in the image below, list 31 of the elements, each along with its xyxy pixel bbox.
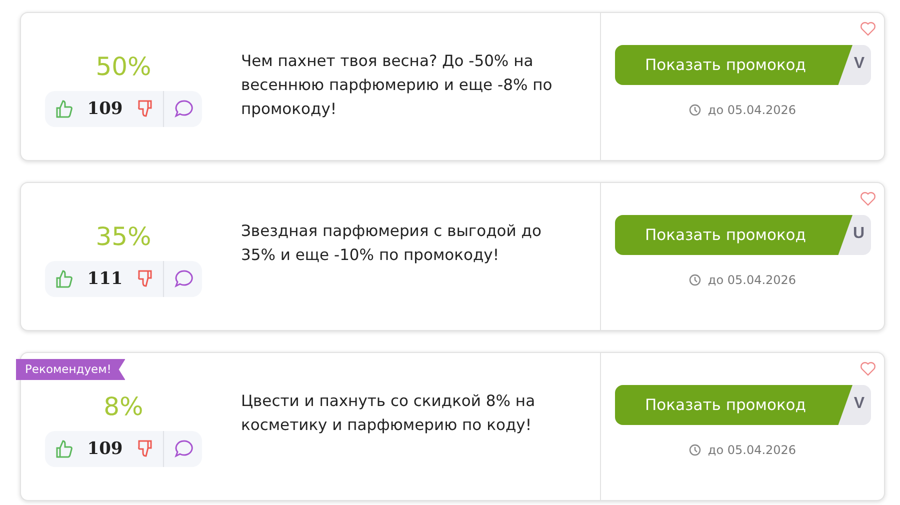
show-promo-code-button[interactable]: Показать промокод V	[614, 385, 870, 425]
recommended-ribbon: Рекомендуем!	[16, 359, 126, 380]
discount-value: 35%	[96, 222, 152, 251]
vote-count: 109	[86, 439, 124, 459]
vote-count: 111	[86, 269, 124, 289]
clock-icon	[688, 274, 701, 286]
heart-icon[interactable]	[860, 361, 876, 376]
thumbs-down-icon[interactable]	[136, 439, 155, 459]
show-promo-code-button[interactable]: Показать промокод V	[614, 45, 870, 85]
thumbs-up-icon[interactable]	[55, 269, 74, 289]
thumbs-down-icon[interactable]	[136, 269, 155, 289]
clock-icon	[688, 444, 701, 456]
offer-description: Чем пахнет твоя весна? До -50% на весеннюю парфюмерию и еще -8% по промокоду!	[240, 51, 554, 120]
vote-count: 109	[86, 99, 124, 119]
discount-value: 8%	[104, 392, 144, 421]
heart-icon[interactable]	[860, 21, 876, 36]
comment-icon[interactable]	[174, 439, 194, 459]
expiry-date: до 05.04.2026	[708, 103, 796, 117]
thumbs-up-icon[interactable]	[55, 439, 74, 459]
discount-value: 50%	[96, 52, 152, 81]
comment-icon[interactable]	[174, 269, 194, 289]
expiry-date: до 05.04.2026	[708, 273, 796, 287]
clock-icon	[688, 104, 701, 116]
heart-icon[interactable]	[860, 191, 876, 206]
comment-icon[interactable]	[174, 99, 194, 119]
thumbs-up-icon[interactable]	[55, 99, 74, 119]
offer-description: Цвести и пахнуть со скидкой 8% на косметику и парфюмерию по коду!	[240, 391, 536, 436]
show-promo-code-button[interactable]: Показать промокод U	[614, 215, 870, 255]
offer-description: Звездная парфюмерия с выгодой до 35% и еще -10% по промокоду!	[240, 221, 542, 266]
expiry-date: до 05.04.2026	[708, 443, 796, 457]
thumbs-down-icon[interactable]	[136, 99, 155, 119]
